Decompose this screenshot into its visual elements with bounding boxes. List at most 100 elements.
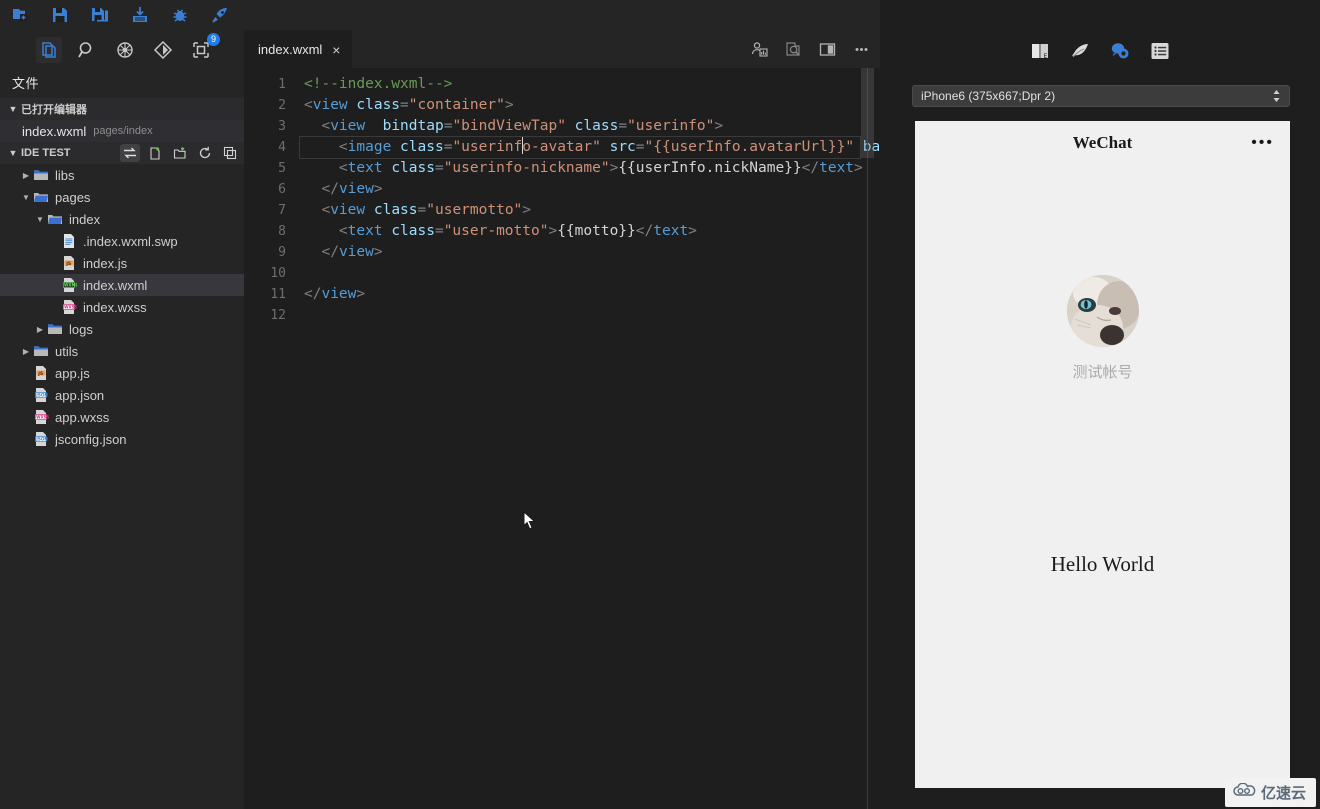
code-line: </view> (321, 181, 383, 197)
chevron-down-icon[interactable]: ▼ (34, 215, 46, 224)
chevron-down-icon: ▼ (8, 148, 18, 158)
tree-item-label: utils (55, 343, 79, 359)
wxml-file-icon: WXML (60, 277, 78, 293)
save-all-icon[interactable] (86, 2, 114, 28)
wxss-file-icon: WXSS (32, 409, 50, 425)
sidebar: 文件 ▼ 已打开编辑器 index.wxml pages/index ▼ IDE… (0, 70, 244, 809)
tab-index-wxml[interactable]: index.wxml × (244, 30, 353, 68)
open-editor-item-index-wxml[interactable]: index.wxml pages/index (0, 120, 244, 142)
folder-icon (32, 189, 50, 205)
folder-icon (46, 211, 64, 227)
tree-item-app-json[interactable]: JSON app.json (0, 384, 244, 406)
cloud-logo-icon (1231, 782, 1257, 803)
toggle-sync-icon[interactable] (120, 144, 140, 162)
folder-icon (32, 343, 50, 359)
avatar[interactable] (1066, 275, 1139, 347)
phone-title: WeChat (1072, 133, 1133, 152)
code-line: <view class="usermotto"> (321, 202, 532, 218)
tree-item-jsconfig-json[interactable]: JSON jsconfig.json (0, 428, 244, 450)
tree-item-index[interactable]: ▼ index (0, 208, 244, 230)
explorer-icon[interactable] (36, 37, 62, 63)
editor-scrollbar-thumb[interactable] (861, 68, 874, 158)
svg-text:WXML: WXML (64, 283, 77, 288)
open-editors-label: 已打开编辑器 (21, 104, 87, 116)
svg-text:JSON: JSON (35, 437, 48, 442)
debug-bug-icon[interactable] (166, 2, 194, 28)
chevron-right-icon[interactable]: ▶ (34, 325, 46, 334)
open-editors-section-header[interactable]: ▼ 已打开编辑器 (0, 98, 244, 120)
line-number: 6 (278, 182, 286, 197)
more-actions-icon[interactable] (850, 38, 872, 60)
tree-item-pages[interactable]: ▼ pages (0, 186, 244, 208)
tree-item-label: index.wxml (83, 277, 148, 293)
extensions-badge: 9 (207, 33, 220, 46)
nickname: 测试帐号 (1072, 363, 1133, 381)
close-icon[interactable]: × (332, 43, 340, 57)
upload-icon[interactable] (126, 2, 154, 28)
compile-preview-icon[interactable] (748, 38, 770, 60)
page-path-icon[interactable]: E (1027, 38, 1053, 64)
js-file-icon: JS (32, 365, 50, 381)
device-select[interactable]: iPhone6 (375x667;Dpr 2) (912, 85, 1290, 107)
chevron-down-icon[interactable]: ▼ (20, 193, 32, 202)
line-number: 10 (270, 266, 286, 281)
open-editor-path: pages/index (93, 125, 153, 137)
tree-item-label: jsconfig.json (55, 431, 127, 447)
tree-item-index-wxml-swp[interactable]: .index.wxml.swp (0, 230, 244, 252)
collapse-all-icon[interactable] (220, 144, 240, 162)
code-editor[interactable]: 1 2 3 4 5 6 7 8 9 10 11 12 <!--index.wxml--> <view c… (244, 68, 880, 809)
code-line: </view> (304, 286, 366, 302)
wechat-eye-icon[interactable] (1107, 38, 1133, 64)
line-number: 11 (270, 287, 286, 302)
editor-scrollbar-track (867, 68, 868, 809)
editor-tabbar: index.wxml × (244, 30, 880, 68)
new-file-icon[interactable] (145, 144, 165, 162)
tree-item-libs[interactable]: ▶ libs (0, 164, 244, 186)
tree-item-label: index.js (83, 255, 128, 271)
code-line: <view bindtap="bindViewTap" class="useri… (321, 118, 724, 134)
editor-area: index.wxml × 1 2 3 4 5 6 7 8 9 10 11 12 <!- (244, 30, 880, 809)
more-dots-icon[interactable]: ••• (1251, 135, 1274, 151)
refresh-icon[interactable] (195, 144, 215, 162)
simulator-panel: E iPhone6 (375x667;Dpr 2) WeChat ••• 测试帐… (880, 0, 1320, 809)
userinfo-block[interactable]: 测试帐号 (915, 275, 1290, 382)
phone-simulator[interactable]: WeChat ••• 测试帐号 Hello World (915, 121, 1290, 788)
tree-item-utils[interactable]: ▶ utils (0, 340, 244, 362)
debug-icon[interactable] (112, 37, 138, 63)
split-editor-icon[interactable] (816, 38, 838, 60)
chevron-updown-icon (1272, 89, 1281, 103)
tree-item-app-wxss[interactable]: WXSS app.wxss (0, 406, 244, 428)
list-menu-icon[interactable] (1147, 38, 1173, 64)
tree-item-app-js[interactable]: JS app.js (0, 362, 244, 384)
tree-item-logs[interactable]: ▶ logs (0, 318, 244, 340)
tree-item-index-wxss[interactable]: WXSS index.wxss (0, 296, 244, 318)
source-control-icon[interactable] (150, 37, 176, 63)
save-icon[interactable] (46, 2, 74, 28)
line-number: 1 (278, 77, 286, 92)
search-icon[interactable] (74, 37, 100, 63)
code-content[interactable]: <!--index.wxml--> <view class="container"… (299, 74, 880, 326)
chevron-right-icon[interactable]: ▶ (20, 171, 32, 180)
tree-item-label: index (69, 211, 101, 227)
mouse-pointer (523, 510, 537, 531)
phone-navbar: WeChat ••• (915, 121, 1290, 165)
line-number: 2 (278, 98, 286, 113)
code-line: <text class="user-motto">{{motto}}</text… (338, 223, 697, 239)
preview-rocket-icon[interactable] (206, 2, 234, 28)
watermark: 亿速云 (1224, 778, 1316, 807)
tree-item-index-js[interactable]: JS index.js (0, 252, 244, 274)
line-number: 4 (278, 140, 286, 155)
extensions-icon[interactable]: 9 (188, 33, 220, 63)
chevron-right-icon[interactable]: ▶ (20, 347, 32, 356)
new-file-icon[interactable] (6, 2, 34, 28)
search-in-file-icon[interactable] (782, 38, 804, 60)
tree-item-index-wxml[interactable]: WXML index.wxml (0, 274, 244, 296)
new-folder-icon[interactable] (170, 144, 190, 162)
line-number: 5 (278, 161, 286, 176)
feather-clear-icon[interactable] (1067, 38, 1093, 64)
project-section-header[interactable]: ▼ IDE TEST (0, 142, 244, 164)
swp-file-icon (60, 233, 78, 249)
code-line: </view> (321, 244, 383, 260)
